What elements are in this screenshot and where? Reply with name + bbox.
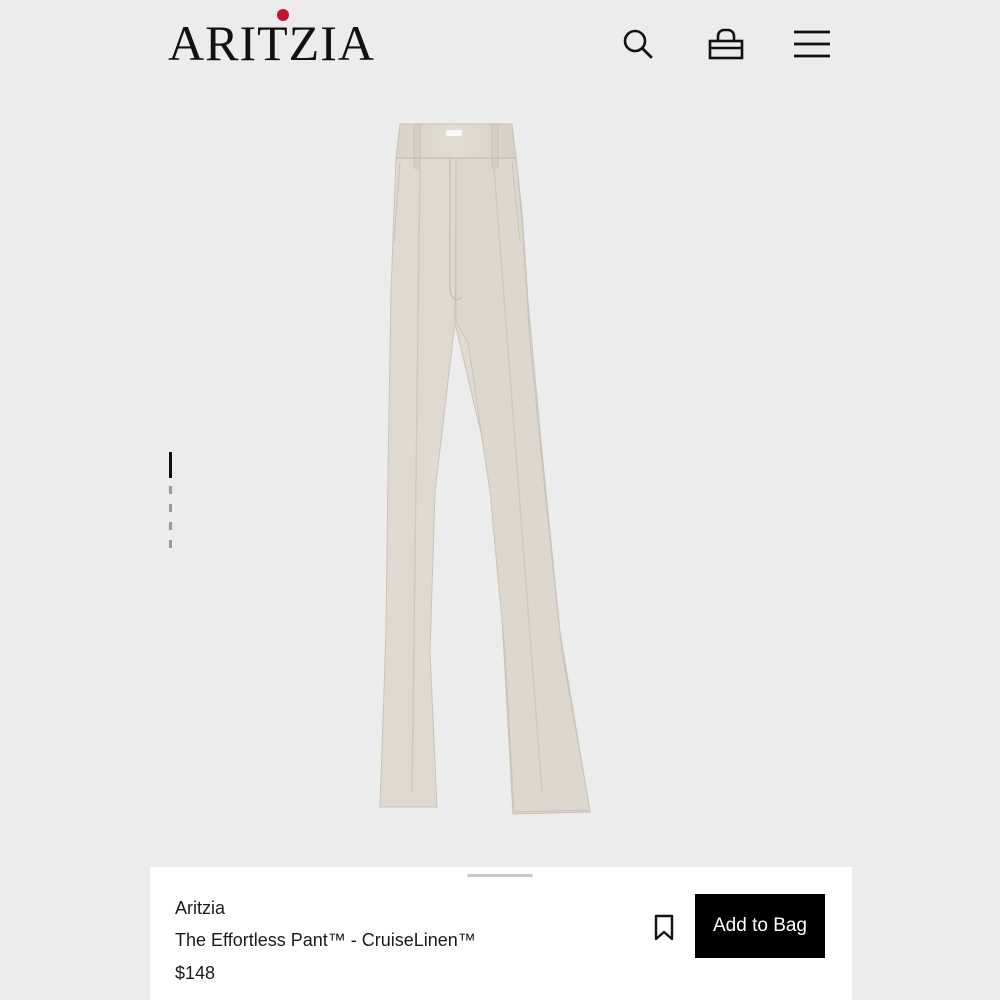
carousel-dot[interactable] [169,486,172,494]
mobile-viewport: ARITZIA Aritzia The Effortless Pant™ - C… [150,0,852,1000]
product-price: $148 [175,963,216,983]
sheet-drag-handle[interactable] [467,874,533,877]
carousel-dot[interactable] [169,540,172,548]
shopping-bag-icon[interactable] [704,22,748,66]
carousel-dot[interactable] [169,504,172,512]
product-title: The Effortless Pant™ - CruiseLinen™ [175,930,476,950]
logo-accent-dot [277,9,289,21]
brand-logo[interactable]: ARITZIA [168,9,375,72]
screenshot-frame: ARITZIA Aritzia The Effortless Pant™ - C… [0,0,1000,1000]
carousel-dot[interactable] [169,522,172,530]
bookmark-icon[interactable] [649,910,679,946]
add-to-bag-button[interactable]: Add to Bag [695,894,825,958]
product-brand: Aritzia [175,898,226,918]
logo-text: ARITZIA [168,15,375,71]
site-header: ARITZIA [150,0,852,92]
product-image[interactable] [150,92,852,867]
product-info-sheet: Aritzia The Effortless Pant™ - CruiseLin… [150,867,852,1000]
hamburger-menu-icon[interactable] [790,22,834,66]
search-icon[interactable] [616,22,660,66]
carousel-indicator[interactable] [169,452,173,560]
carousel-dot-active[interactable] [169,452,172,478]
